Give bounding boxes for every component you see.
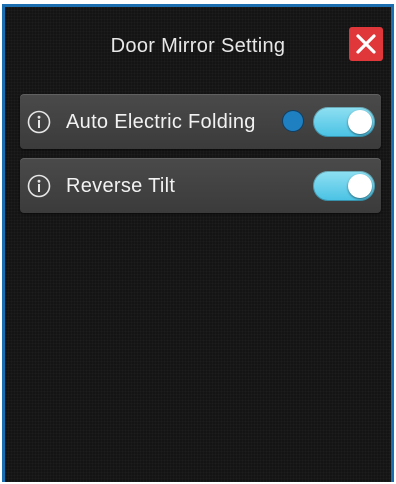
setting-label: Auto Electric Folding [66,111,256,133]
close-button[interactable] [349,27,383,61]
status-indicator-dot [283,111,303,131]
auto-electric-folding-toggle[interactable] [313,107,375,137]
settings-screen: Door Mirror Setting Auto Electric Foldin… [2,4,394,482]
info-icon[interactable] [27,110,51,134]
toggle-knob [348,174,372,198]
display-frame: Door Mirror Setting Auto Electric Foldin… [0,0,396,484]
info-icon[interactable] [27,174,51,198]
header: Door Mirror Setting [5,7,391,87]
page-title: Door Mirror Setting [110,35,286,57]
setting-label: Reverse Tilt [66,175,176,197]
setting-row-auto-electric-folding[interactable]: Auto Electric Folding [20,94,381,149]
close-icon [356,34,376,54]
setting-row-reverse-tilt[interactable]: Reverse Tilt [20,158,381,213]
toggle-knob [348,110,372,134]
reverse-tilt-toggle[interactable] [313,171,375,201]
